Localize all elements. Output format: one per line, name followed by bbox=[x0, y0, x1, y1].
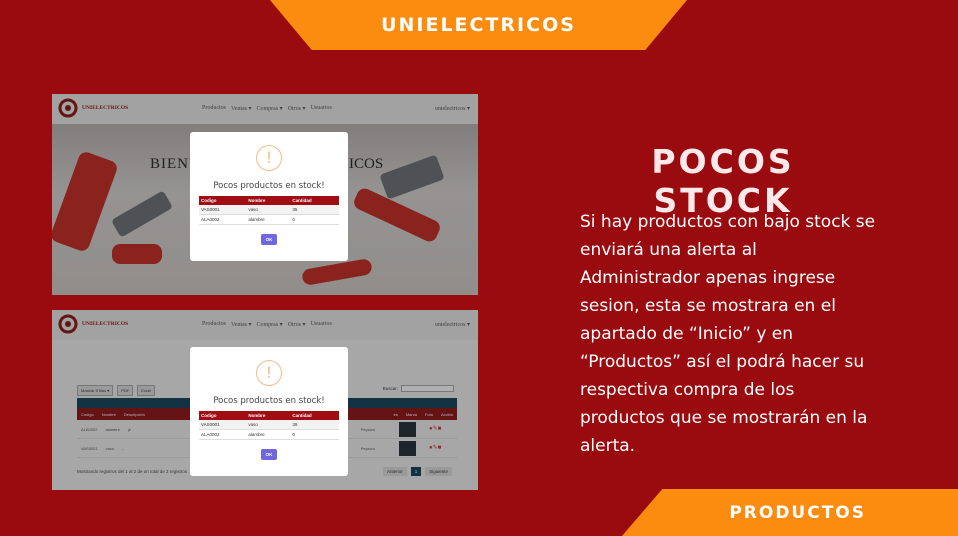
ok-button[interactable]: OK bbox=[260, 234, 278, 245]
top-banner-label: UNIELECTRICOS bbox=[381, 14, 576, 36]
cell-qty: 0 bbox=[290, 214, 339, 225]
warning-icon: ! bbox=[256, 145, 282, 171]
low-stock-table: Codigo Nombre Cantidad VAS0001 vaso 39 A… bbox=[199, 411, 339, 440]
slide-description: Si hay productos con bajo stock se envia… bbox=[580, 212, 876, 456]
products-screenshot: UNIELECTRICOS Productos Ventas ▾ Compras… bbox=[52, 310, 478, 490]
low-stock-modal: ! Pocos productos en stock! Codigo Nombr… bbox=[190, 132, 348, 261]
warning-icon: ! bbox=[256, 360, 282, 386]
modal-title: Pocos productos en stock! bbox=[213, 396, 325, 406]
cell-code: ALA0002 bbox=[199, 429, 247, 440]
table-row: ALA0002 alambre 0 bbox=[199, 429, 339, 440]
col-cantidad: Cantidad bbox=[290, 196, 339, 205]
cell-name: alambre bbox=[246, 214, 291, 225]
cell-name: vaso bbox=[246, 420, 291, 430]
col-nombre: Nombre bbox=[246, 411, 291, 420]
ok-button[interactable]: OK bbox=[260, 449, 278, 460]
table-row: VAS0001 vaso 39 bbox=[199, 420, 339, 430]
cell-code: VAS0001 bbox=[199, 420, 247, 430]
cell-code: ALA0002 bbox=[199, 214, 247, 225]
col-codigo: Codigo bbox=[199, 411, 247, 420]
table-row: VAS0001 vaso 35 bbox=[199, 205, 339, 215]
home-screenshot: UNIELECTRICOS Productos Ventas ▾ Compras… bbox=[52, 94, 478, 295]
bottom-banner: PRODUCTOS bbox=[622, 489, 958, 536]
bottom-banner-label: PRODUCTOS bbox=[729, 502, 866, 523]
col-cantidad: Cantidad bbox=[290, 411, 339, 420]
col-codigo: Codigo bbox=[199, 196, 247, 205]
modal-title: Pocos productos en stock! bbox=[213, 181, 325, 191]
low-stock-table: Codigo Nombre Cantidad VAS0001 vaso 35 A… bbox=[199, 196, 339, 225]
cell-code: VAS0001 bbox=[199, 205, 247, 215]
cell-qty: 35 bbox=[290, 205, 339, 215]
cell-qty: 39 bbox=[290, 420, 339, 430]
cell-name: alambre bbox=[246, 429, 291, 440]
col-nombre: Nombre bbox=[246, 196, 291, 205]
table-row: ALA0002 alambre 0 bbox=[199, 214, 339, 225]
cell-name: vaso bbox=[246, 205, 291, 215]
low-stock-modal: ! Pocos productos en stock! Codigo Nombr… bbox=[190, 347, 348, 476]
top-banner: UNIELECTRICOS bbox=[270, 0, 687, 50]
cell-qty: 0 bbox=[290, 429, 339, 440]
